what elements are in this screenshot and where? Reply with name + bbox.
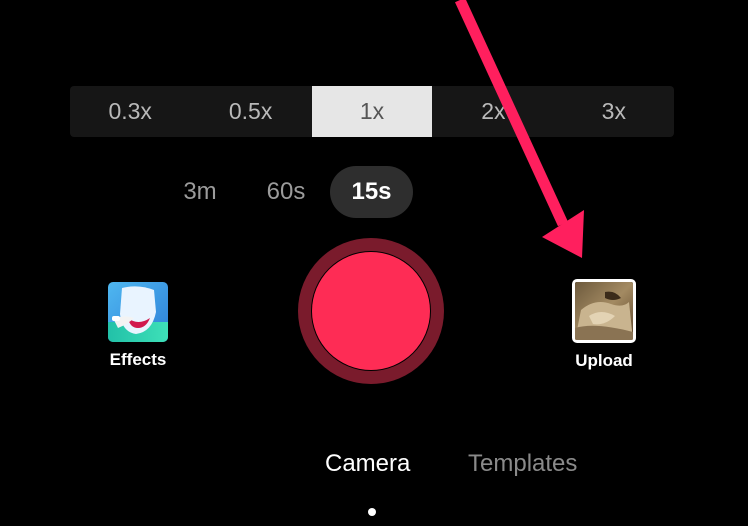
effects-label: Effects (109, 350, 167, 369)
zoom-option-2x[interactable]: 2x (433, 86, 553, 137)
record-button[interactable] (298, 238, 444, 384)
upload-label: Upload (575, 351, 633, 370)
zoom-selector: 0.3x 0.5x 1x 2x 3x (70, 86, 674, 137)
zoom-option-0-5x[interactable]: 0.5x (190, 86, 310, 137)
tab-camera[interactable]: Camera (325, 450, 410, 478)
zoom-option-0-3x[interactable]: 0.3x (70, 86, 190, 137)
active-tab-indicator (368, 508, 376, 516)
effects-face-icon (108, 282, 168, 342)
record-button-inner (312, 252, 430, 370)
upload-button[interactable]: Upload (566, 279, 642, 371)
duration-option-60s[interactable]: 60s (254, 166, 318, 218)
tab-templates[interactable]: Templates (468, 450, 577, 478)
duration-option-15s[interactable]: 15s (330, 166, 413, 218)
zoom-option-1x[interactable]: 1x (311, 86, 433, 137)
duration-option-3m[interactable]: 3m (172, 166, 228, 218)
effects-button[interactable]: Effects (103, 282, 173, 370)
duration-selector: 3m 60s 15s (0, 166, 748, 218)
gallery-thumbnail (572, 279, 636, 343)
zoom-option-3x[interactable]: 3x (554, 86, 674, 137)
